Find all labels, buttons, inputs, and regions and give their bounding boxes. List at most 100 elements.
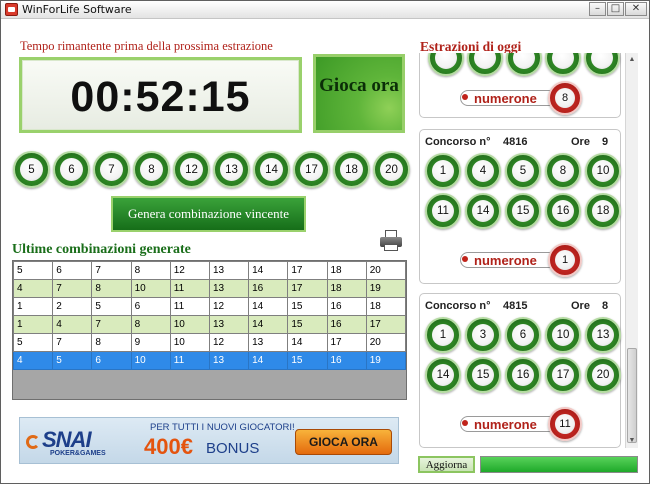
combination-cell: 8 (91, 279, 132, 298)
numerone-ball: 11 (548, 407, 582, 441)
numerone-label: numerone (474, 91, 537, 106)
ball-number: 6 (512, 324, 534, 346)
aggiorna-button[interactable]: Aggiorna (418, 456, 475, 473)
close-icon[interactable]: ✕ (625, 2, 647, 16)
ball-number: 17 (300, 158, 323, 181)
combination-row[interactable]: 4 5 6 10 11 13 14 15 16 19 (13, 351, 406, 370)
ball-number: 1 (432, 160, 454, 182)
concorso-label: Concorso n° (425, 300, 491, 312)
combination-cell: 16 (326, 351, 367, 370)
combination-cell: 11 (169, 279, 210, 298)
combination-cell: 5 (52, 351, 93, 370)
combination-cell: 18 (365, 297, 406, 316)
combination-cell: 7 (91, 315, 132, 334)
selected-number-ball: 12 (173, 151, 210, 188)
ball-number: 15 (512, 200, 534, 222)
combination-cell: 7 (91, 261, 132, 280)
combination-cell: 5 (13, 261, 54, 280)
combination-cell: 13 (248, 333, 289, 352)
combination-row[interactable]: 5 7 8 9 10 12 13 14 17 20 (13, 333, 406, 352)
combination-cell: 12 (169, 261, 210, 280)
combination-row[interactable]: 1 2 5 6 11 12 14 15 16 18 (13, 297, 406, 316)
scroll-down-icon[interactable]: ▼ (626, 434, 638, 448)
ball-number: 18 (592, 200, 614, 222)
ball-number: 11 (432, 200, 454, 222)
scroll-up-icon[interactable]: ▲ (626, 53, 638, 67)
concorso-number: 4816 (503, 136, 528, 148)
combination-cell: 7 (52, 279, 93, 298)
ball-number: 7 (100, 158, 123, 181)
combination-cell: 11 (169, 351, 210, 370)
selected-number-ball: 8 (133, 151, 170, 188)
combination-cell: 6 (52, 261, 93, 280)
combination-row[interactable]: 5 6 7 8 12 13 14 17 18 20 (13, 261, 406, 280)
combination-cell: 11 (169, 297, 210, 316)
combination-cell: 8 (130, 261, 171, 280)
ore-label: Ore (571, 136, 590, 148)
printer-icon[interactable] (379, 230, 403, 252)
selected-number-ball: 7 (93, 151, 130, 188)
combinations-grid[interactable]: 5 6 7 8 12 13 14 17 18 20 4 7 8 10 11 13 16 17 18 19 1 2 5 6 11 1… (12, 260, 407, 400)
snai-subbrand: POKER&GAMES (50, 450, 106, 457)
combination-cell: 15 (287, 297, 328, 316)
ball-number: 16 (552, 200, 574, 222)
draw-ball: 10 (585, 153, 621, 189)
combination-cell: 6 (130, 297, 171, 316)
banner-gioca-ora-button[interactable]: GIOCA ORA (295, 429, 392, 455)
ball-number: 6 (60, 158, 83, 181)
countdown-display: 00:52:15 (19, 57, 302, 133)
combination-cell: 6 (91, 351, 132, 370)
ball-number: 13 (220, 158, 243, 181)
app-icon (5, 3, 18, 16)
selected-number-ball: 20 (373, 151, 410, 188)
window-title: WinForLife Software (22, 3, 132, 16)
combination-cell: 18 (326, 279, 367, 298)
combination-row[interactable]: 4 7 8 10 11 13 16 17 18 19 (13, 279, 406, 298)
ball-number: 5 (20, 158, 43, 181)
numerone-label: numerone (474, 253, 537, 268)
selected-number-ball: 5 (13, 151, 50, 188)
ball-number: 12 (180, 158, 203, 181)
draw-ball: 16 (505, 357, 541, 393)
estrazioni-scrollbar[interactable]: ▲ ▼ (625, 53, 638, 448)
draw-ball (428, 53, 464, 76)
maximize-icon[interactable]: □ (607, 2, 624, 16)
ball-number: 14 (260, 158, 283, 181)
draw-ball: 4 (465, 153, 501, 189)
snai-ad-banner[interactable]: SNAI POKER&GAMES PER TUTTI I NUOVI GIOCA… (19, 417, 399, 464)
ball-number: 15 (472, 364, 494, 386)
genera-combinazione-button[interactable]: Genera combinazione vincente (111, 196, 306, 232)
draw-ball: 15 (505, 193, 541, 229)
combination-cell: 2 (52, 297, 93, 316)
combination-cell: 10 (169, 333, 210, 352)
timer-label: Tempo rimantente prima della prossima es… (20, 39, 273, 53)
ore-value: 9 (602, 136, 609, 148)
draw-ball: 8 (545, 153, 581, 189)
combination-cell: 16 (326, 315, 367, 334)
numerone-ball: 8 (548, 81, 582, 115)
combination-row[interactable]: 1 4 7 8 10 13 14 15 16 17 (13, 315, 406, 334)
combination-cell: 19 (365, 351, 406, 370)
combination-cell: 18 (326, 261, 367, 280)
combination-cell: 4 (13, 351, 54, 370)
combination-cell: 20 (365, 261, 406, 280)
combination-cell: 14 (248, 351, 289, 370)
combination-cell: 4 (13, 279, 54, 298)
scroll-thumb[interactable] (627, 348, 637, 443)
combination-cell: 16 (248, 279, 289, 298)
ball-number: 3 (472, 324, 494, 346)
combination-cell: 8 (130, 315, 171, 334)
estrazioni-list[interactable]: numerone 8 Concorso n° 4816 Ore 9 1 4 5 8 10 11 14… (419, 53, 624, 448)
combination-cell: 15 (287, 315, 328, 334)
combination-cell: 15 (287, 351, 328, 370)
numerone-value: 8 (555, 88, 575, 108)
minimize-icon[interactable]: – (589, 2, 606, 16)
numerone-value: 11 (555, 414, 575, 434)
banner-bonus-text: BONUS (206, 440, 260, 457)
draw-ball: 1 (425, 317, 461, 353)
ball-number: 14 (472, 200, 494, 222)
gioca-ora-button[interactable]: Gioca ora (313, 54, 405, 133)
combination-cell: 17 (365, 315, 406, 334)
combination-cell: 13 (208, 315, 250, 334)
numerone-indicator: numerone 1 (460, 242, 582, 278)
